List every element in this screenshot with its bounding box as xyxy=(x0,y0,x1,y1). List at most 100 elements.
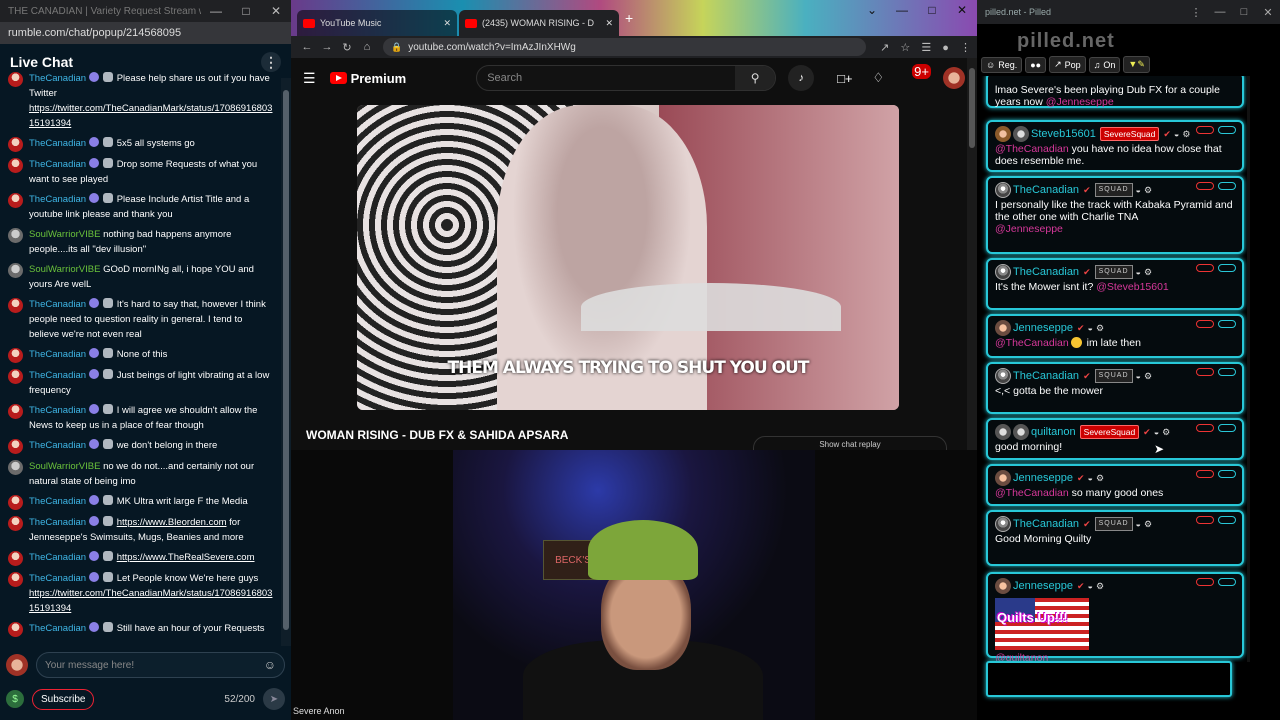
username[interactable]: TheCanadian xyxy=(29,573,86,584)
username[interactable]: TheCanadian xyxy=(29,552,86,563)
message-link[interactable]: https://www.Bleorden.com xyxy=(117,517,227,528)
shield-icon[interactable]: ◒ xyxy=(1088,472,1093,484)
mute-toggle-icon[interactable] xyxy=(1196,126,1214,134)
avatar[interactable] xyxy=(8,263,23,278)
reply-toggle-icon[interactable] xyxy=(1218,516,1236,524)
avatar[interactable] xyxy=(8,137,23,152)
mute-toggle-icon[interactable] xyxy=(1196,264,1214,272)
shield-icon[interactable]: ◒ xyxy=(1088,322,1093,334)
reply-toggle-icon[interactable] xyxy=(1218,320,1236,328)
more-vertical-icon[interactable]: ⋮ xyxy=(261,52,281,72)
minimize-icon[interactable]: — xyxy=(1208,6,1232,19)
gear-icon[interactable]: ⚙ xyxy=(1144,184,1152,196)
avatar[interactable] xyxy=(8,348,23,363)
url-input[interactable]: 🔒 youtube.com/watch?v=ImAzJInXHWg xyxy=(383,38,867,56)
gear-icon[interactable]: ⚙ xyxy=(1162,426,1170,438)
mention-link[interactable]: @TheCanadian xyxy=(995,487,1069,499)
minimize-icon[interactable]: — xyxy=(887,0,917,20)
quilts-up-image[interactable]: Quilts Up!!! xyxy=(995,598,1089,650)
username[interactable]: Steveb15601 xyxy=(1031,128,1096,140)
pop-button[interactable]: ↗ Pop xyxy=(1049,56,1086,73)
maximize-icon[interactable]: □ xyxy=(231,0,261,22)
username[interactable]: Jenneseppe xyxy=(1013,322,1073,334)
more-vertical-icon[interactable]: ⋮ xyxy=(960,42,971,54)
mute-toggle-icon[interactable] xyxy=(1196,516,1214,524)
forward-icon[interactable]: → xyxy=(317,41,337,53)
close-icon[interactable]: ✕ xyxy=(1256,6,1280,19)
rumble-scrollbar[interactable] xyxy=(281,78,291,646)
minimize-icon[interactable]: — xyxy=(201,0,231,22)
close-icon[interactable]: ✕ xyxy=(261,0,291,22)
username[interactable]: TheCanadian xyxy=(1013,266,1079,278)
emoji-icon[interactable]: ☺ xyxy=(264,658,276,672)
bell-icon[interactable]: ♢ 9+ xyxy=(873,64,931,86)
message-link[interactable]: https://www.TheRealSevere.com xyxy=(117,552,255,563)
avatar[interactable] xyxy=(8,228,23,243)
avatar[interactable] xyxy=(995,264,1011,280)
shield-icon[interactable]: ◒ xyxy=(1136,518,1141,530)
avatar[interactable] xyxy=(8,572,23,587)
chevron-down-icon[interactable]: ⌄ xyxy=(857,0,887,20)
username[interactable]: TheCanadian xyxy=(29,440,86,451)
username[interactable]: TheCanadian xyxy=(29,138,86,149)
shield-icon[interactable]: ◒ xyxy=(1154,426,1159,438)
filter-button[interactable]: ▼✎ xyxy=(1123,56,1150,73)
avatar[interactable] xyxy=(8,551,23,566)
pilled-message-input[interactable] xyxy=(986,661,1232,697)
more-vertical-icon[interactable]: ⋮ xyxy=(1184,6,1208,19)
avatar[interactable] xyxy=(8,495,23,510)
avatar[interactable] xyxy=(995,320,1011,336)
back-icon[interactable]: ← xyxy=(297,41,317,53)
username[interactable]: TheCanadian xyxy=(1013,184,1079,196)
rumble-message-list[interactable]: SevereAnon Make some noise Rumble fam! T… xyxy=(0,72,280,640)
username[interactable]: TheCanadian xyxy=(29,194,86,205)
mute-toggle-icon[interactable] xyxy=(1196,470,1214,478)
mute-toggle-icon[interactable] xyxy=(1196,320,1214,328)
username[interactable]: TheCanadian xyxy=(29,349,86,360)
username[interactable]: TheCanadian xyxy=(29,623,86,634)
subscribe-button[interactable]: Subscribe xyxy=(32,688,95,710)
avatar[interactable] xyxy=(995,578,1011,594)
username[interactable]: SoulWarriorVIBE xyxy=(29,264,100,275)
avatar[interactable] xyxy=(8,439,23,454)
close-icon[interactable]: ✕ xyxy=(439,18,451,29)
message-input[interactable]: Your message here! ☺ xyxy=(36,652,285,678)
username[interactable]: TheCanadian xyxy=(29,496,86,507)
mention-link[interactable]: @TheCanadian xyxy=(995,143,1069,155)
mention-link[interactable]: @Jenneseppe xyxy=(995,223,1236,235)
close-icon[interactable]: ✕ xyxy=(947,0,977,20)
mention-link[interactable]: @Steveb15601 xyxy=(1096,281,1169,293)
lock-icon[interactable]: 🔒 xyxy=(391,42,402,53)
register-button[interactable]: ☺ Reg. xyxy=(981,56,1023,73)
gear-icon[interactable]: ⚙ xyxy=(1096,580,1104,592)
tab-youtube-music[interactable]: YouTube Music ✕ xyxy=(297,10,457,36)
avatar[interactable] xyxy=(8,404,23,419)
avatar[interactable] xyxy=(8,72,23,87)
shield-icon[interactable]: ◒ xyxy=(1136,266,1141,278)
show-chat-replay-button[interactable]: Show chat replay xyxy=(753,436,947,450)
youtube-scrollbar[interactable] xyxy=(967,58,977,450)
mention-link[interactable]: @Jenneseppe xyxy=(1046,96,1114,108)
avatar[interactable] xyxy=(8,622,23,637)
message-link[interactable]: https://twitter.com/TheCanadianMark/stat… xyxy=(29,586,274,616)
mute-toggle-icon[interactable] xyxy=(1196,424,1214,432)
reply-toggle-icon[interactable] xyxy=(1218,470,1236,478)
reply-toggle-icon[interactable] xyxy=(1218,368,1236,376)
mic-icon[interactable]: ♪ xyxy=(788,65,815,91)
maximize-icon[interactable]: □ xyxy=(917,0,947,20)
username[interactable]: Jenneseppe xyxy=(1013,580,1073,592)
shield-icon[interactable]: ◒ xyxy=(1174,128,1179,140)
pilled-message-feed[interactable]: lmao Severe's been playing Dub FX for a … xyxy=(977,76,1280,662)
gear-icon[interactable]: ⚙ xyxy=(1096,322,1104,334)
username[interactable]: TheCanadian xyxy=(29,517,86,528)
mute-toggle-icon[interactable] xyxy=(1196,182,1214,190)
maximize-icon[interactable]: □ xyxy=(1232,6,1256,19)
reply-toggle-icon[interactable] xyxy=(1218,182,1236,190)
avatar[interactable] xyxy=(8,158,23,173)
avatar[interactable] xyxy=(943,67,965,89)
reply-toggle-icon[interactable] xyxy=(1218,264,1236,272)
star-icon[interactable]: ☆ xyxy=(900,42,910,54)
message-link[interactable]: https://twitter.com/TheCanadianMark/stat… xyxy=(29,101,274,131)
avatar[interactable] xyxy=(8,460,23,475)
avatar[interactable] xyxy=(995,424,1011,440)
